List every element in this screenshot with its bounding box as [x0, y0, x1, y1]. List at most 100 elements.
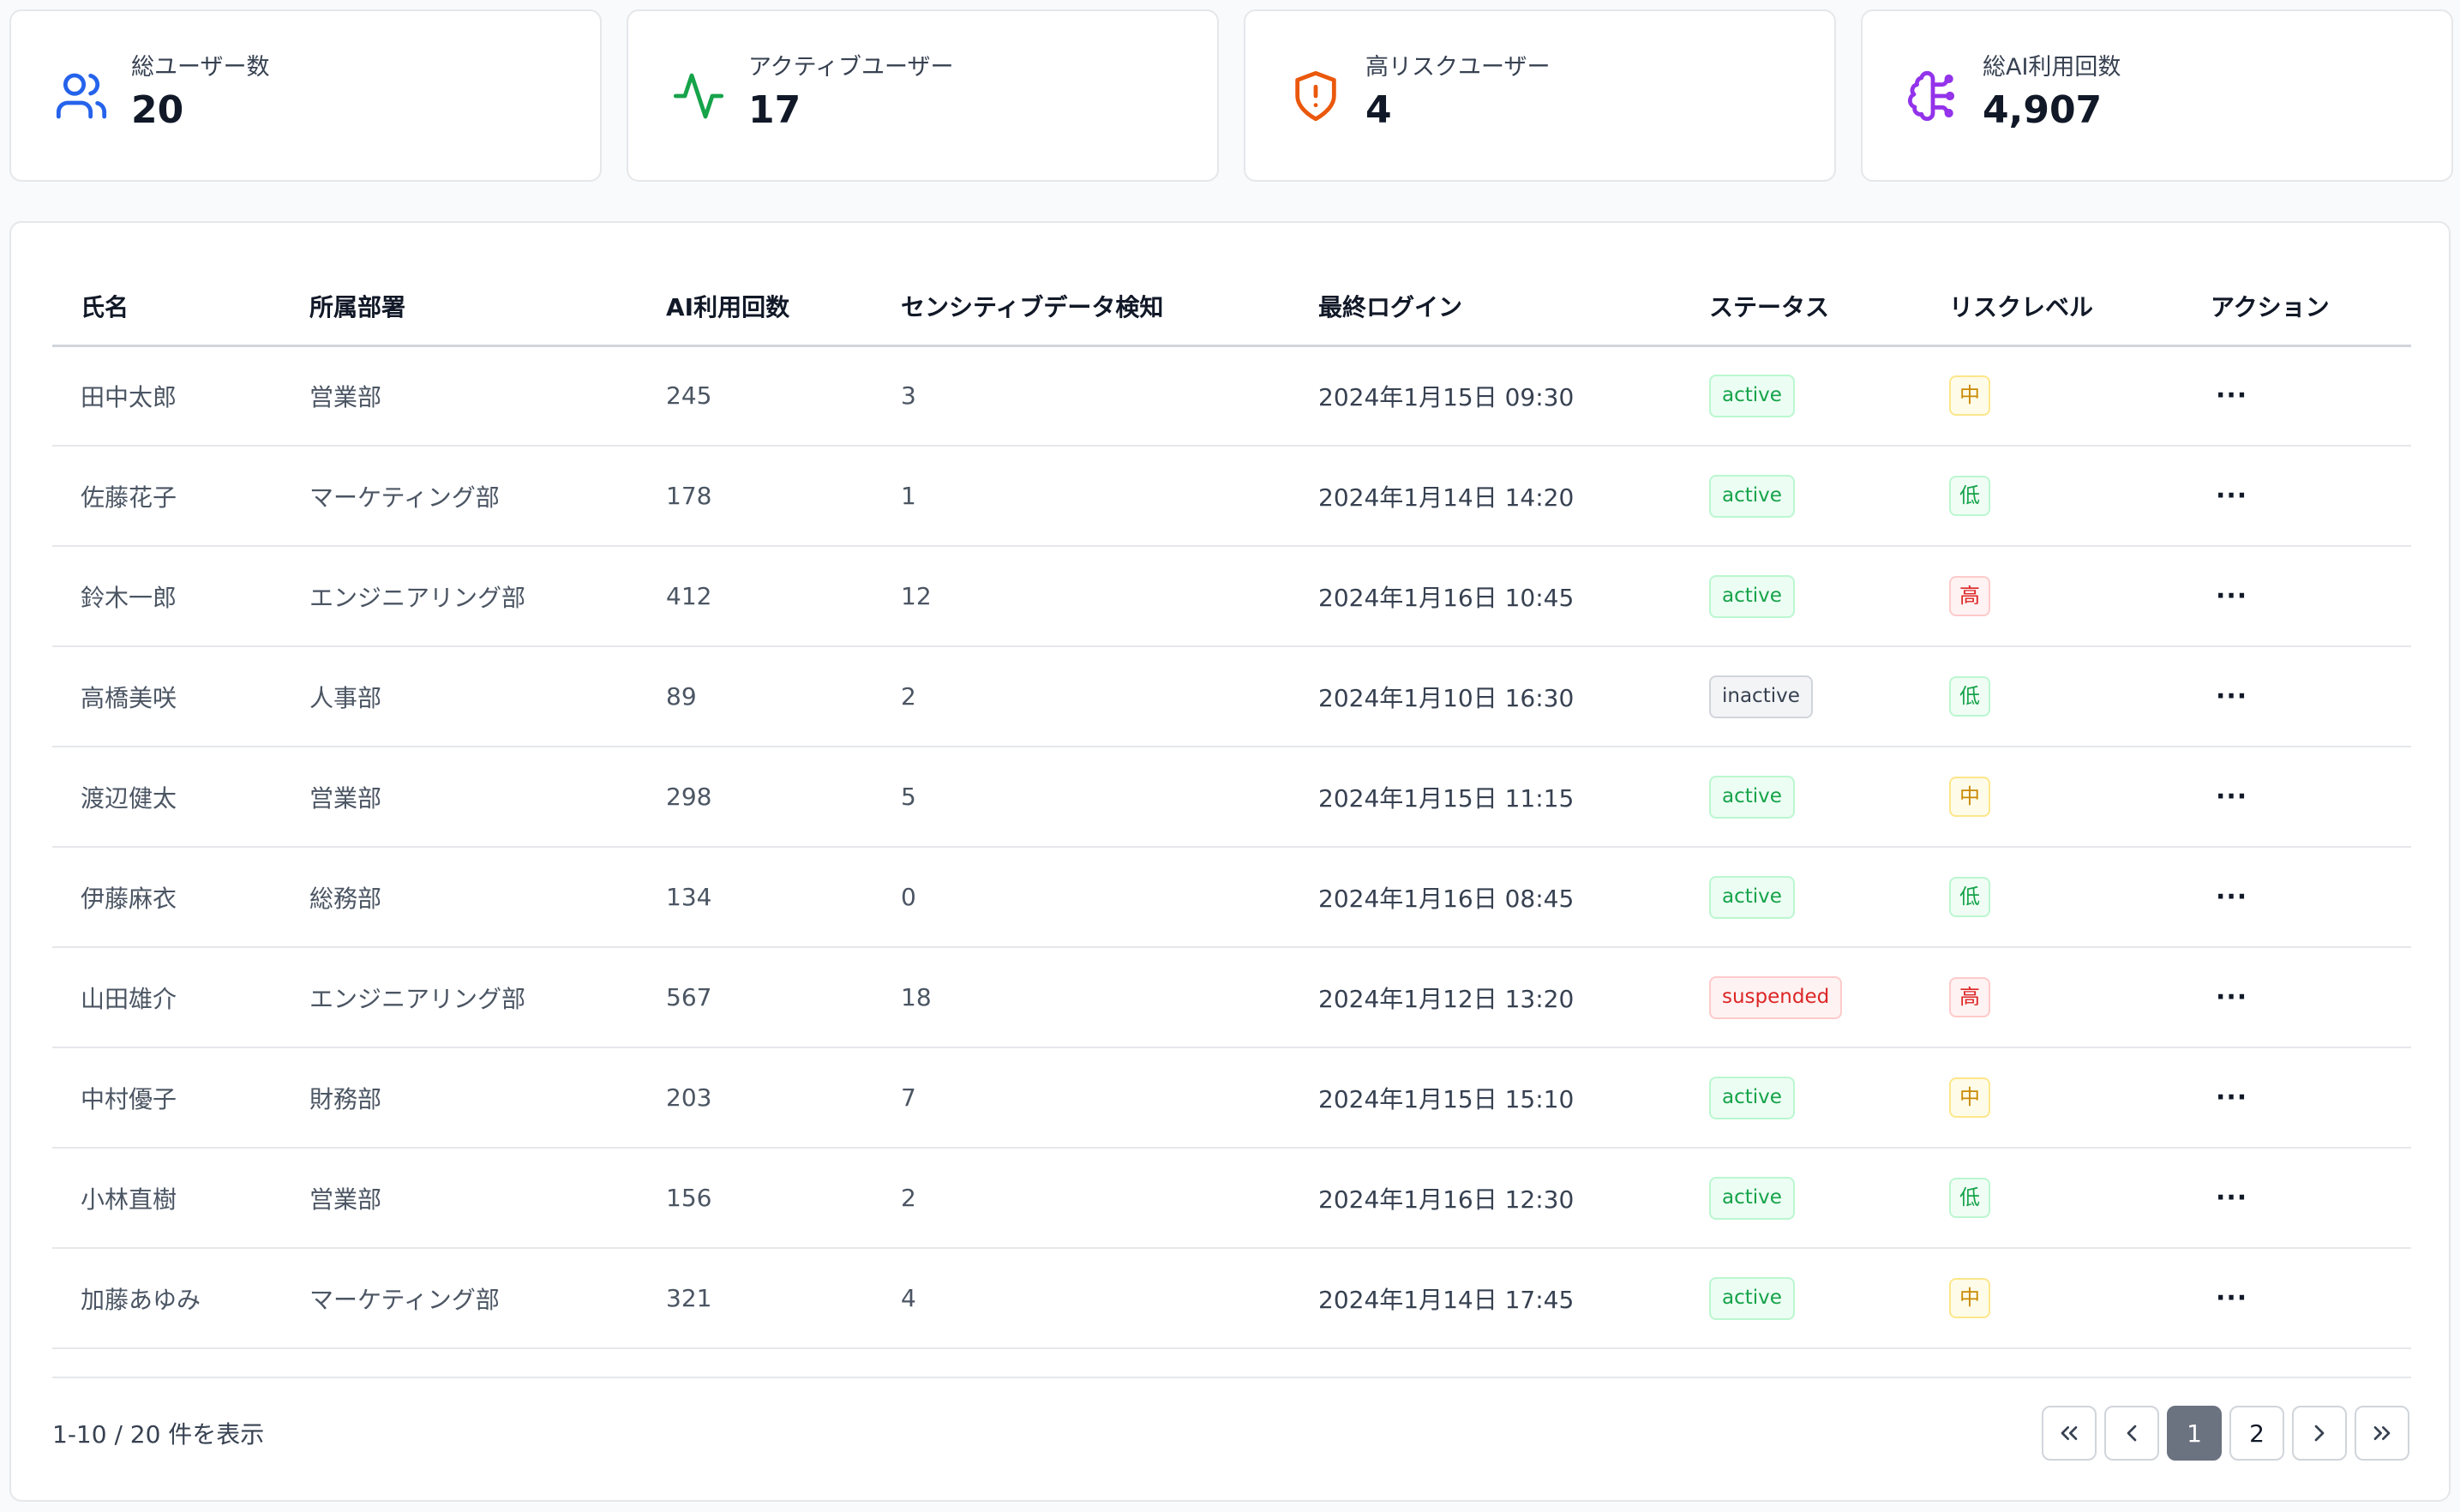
cell-action: ···	[2182, 847, 2411, 947]
cell-sensitive: 18	[901, 983, 932, 1011]
cell-risk: 中	[1921, 1248, 2182, 1348]
more-actions-button[interactable]: ···	[2216, 982, 2247, 1012]
status-badge: active	[1709, 1176, 1795, 1220]
users-icon	[52, 67, 111, 125]
cell-sensitive: 3	[901, 381, 916, 411]
cell-dept: エンジニアリング部	[309, 984, 526, 1013]
cell-last-login: 2024年1月12日 13:20	[1318, 984, 1575, 1013]
status-badge: active	[1709, 875, 1795, 919]
risk-badge: 低	[1949, 476, 1990, 516]
next-page-button[interactable]	[2292, 1406, 2347, 1461]
cell-ai-usage: 321	[666, 1284, 712, 1312]
chevrons-right-icon	[2373, 1426, 2391, 1440]
chevron-left-icon	[2127, 1425, 2137, 1442]
cell-dept: 人事部	[309, 683, 382, 712]
cell-last-login: 2024年1月16日 10:45	[1318, 583, 1575, 612]
table-row: 加藤あゆみ マーケティング部 321 4 2024年1月14日 17:45 active 中…	[52, 1248, 2411, 1348]
table-row: 中村優子 財務部 203 7 2024年1月15日 15:10 active 中 ···	[52, 1047, 2411, 1148]
cell-ai-usage: 134	[666, 883, 712, 911]
col-header-sensitive[interactable]: センシティブデータ検知	[873, 267, 1290, 345]
more-actions-button[interactable]: ···	[2216, 1183, 2247, 1213]
cell-sensitive: 2	[901, 682, 916, 711]
cell-ai-usage: 156	[666, 1184, 712, 1212]
cell-action: ···	[2182, 345, 2411, 446]
status-badge: inactive	[1709, 675, 1813, 718]
table-row: 高橋美咲 人事部 89 2 2024年1月10日 16:30 inactive 低 ···	[52, 646, 2411, 747]
cell-ai-usage: 245	[666, 381, 712, 411]
cell-sensitive: 2	[901, 1184, 916, 1212]
cell-dept: エンジニアリング部	[309, 583, 526, 612]
cell-status: suspended	[1681, 947, 1921, 1047]
cell-sensitive: 12	[901, 582, 932, 610]
cell-action: ···	[2182, 1047, 2411, 1148]
col-header-dept[interactable]: 所属部署	[281, 267, 638, 345]
last-page-button[interactable]	[2355, 1406, 2409, 1461]
risk-badge: 中	[1949, 1278, 1990, 1318]
cell-ai-usage: 89	[666, 682, 697, 711]
cell-ai-usage: 567	[666, 983, 712, 1011]
cell-last-login: 2024年1月14日 17:45	[1318, 1285, 1575, 1314]
more-actions-button[interactable]: ···	[2216, 782, 2247, 812]
more-actions-button[interactable]: ···	[2216, 481, 2247, 511]
col-header-ai-usage[interactable]: AI利用回数	[638, 267, 873, 345]
more-actions-button[interactable]: ···	[2216, 381, 2247, 411]
activity-icon	[669, 67, 728, 125]
cell-name: 伊藤麻衣	[81, 884, 177, 913]
first-page-button[interactable]	[2042, 1406, 2097, 1461]
page-button-2[interactable]: 2	[2229, 1406, 2284, 1461]
cell-name: 中村優子	[81, 1084, 177, 1113]
more-actions-button[interactable]: ···	[2216, 681, 2247, 711]
status-badge: active	[1709, 374, 1795, 417]
stat-label: アクティブユーザー	[748, 53, 954, 81]
chevrons-left-icon	[2061, 1426, 2078, 1440]
prev-page-button[interactable]	[2104, 1406, 2159, 1461]
cell-last-login: 2024年1月15日 09:30	[1318, 382, 1575, 411]
more-actions-button[interactable]: ···	[2216, 882, 2247, 912]
more-actions-button[interactable]: ···	[2216, 1083, 2247, 1113]
cell-dept: 営業部	[309, 1185, 382, 1214]
col-header-action: アクション	[2211, 292, 2330, 321]
cell-name: 小林直樹	[81, 1185, 177, 1214]
stat-value: 17	[748, 87, 801, 132]
status-badge: active	[1709, 1076, 1795, 1119]
col-header-risk[interactable]: リスクレベル	[1921, 267, 2182, 345]
cell-risk: 中	[1921, 1047, 2182, 1148]
cell-sensitive: 0	[901, 883, 916, 911]
status-badge: active	[1709, 775, 1795, 819]
risk-badge: 低	[1949, 1178, 1990, 1218]
cell-last-login: 2024年1月15日 11:15	[1318, 783, 1575, 813]
table-row: 渡辺健太 営業部 298 5 2024年1月15日 11:15 active 中 ···	[52, 747, 2411, 847]
page-button-1[interactable]: 1	[2167, 1406, 2222, 1461]
cell-dept: 総務部	[309, 884, 382, 913]
pagination-summary: 1-10 / 20 件を表示	[52, 1420, 265, 1449]
table-row: 鈴木一郎 エンジニアリング部 412 12 2024年1月16日 10:45 active…	[52, 546, 2411, 646]
risk-badge: 低	[1949, 676, 1990, 717]
status-badge: active	[1709, 1276, 1795, 1320]
col-header-name[interactable]: 氏名	[52, 267, 281, 345]
more-actions-button[interactable]: ···	[2216, 1283, 2247, 1313]
col-header-status[interactable]: ステータス	[1681, 267, 1921, 345]
cell-last-login: 2024年1月15日 15:10	[1318, 1084, 1575, 1113]
cell-last-login: 2024年1月16日 12:30	[1318, 1185, 1575, 1214]
cell-action: ···	[2182, 947, 2411, 1047]
users-table-card: 氏名 所属部署 AI利用回数 センシティブデータ検知 最終ログイン ステータス …	[9, 221, 2451, 1502]
stat-label: 高リスクユーザー	[1365, 53, 1551, 81]
table-row: 田中太郎 営業部 245 3 2024年1月15日 09:30 active 中 ···	[52, 345, 2411, 446]
shield-alert-icon	[1287, 67, 1345, 125]
risk-badge: 低	[1949, 877, 1990, 917]
stat-label: 総AI利用回数	[1983, 53, 2121, 81]
cell-action: ···	[2182, 446, 2411, 546]
cell-status: active	[1681, 1248, 1921, 1348]
stat-value: 4	[1365, 87, 1392, 132]
cell-name: 佐藤花子	[81, 483, 177, 512]
brain-icon	[1904, 67, 1962, 125]
more-actions-button[interactable]: ···	[2216, 581, 2247, 611]
cell-action: ···	[2182, 546, 2411, 646]
cell-name: 山田雄介	[81, 984, 177, 1013]
cell-dept: 営業部	[309, 382, 382, 411]
table-row: 佐藤花子 マーケティング部 178 1 2024年1月14日 14:20 active 低 ·…	[52, 446, 2411, 546]
cell-risk: 中	[1921, 345, 2182, 446]
col-header-last-login[interactable]: 最終ログイン	[1290, 267, 1681, 345]
cell-risk: 高	[1921, 546, 2182, 646]
table-row: 山田雄介 エンジニアリング部 567 18 2024年1月12日 13:20 suspen…	[52, 947, 2411, 1047]
